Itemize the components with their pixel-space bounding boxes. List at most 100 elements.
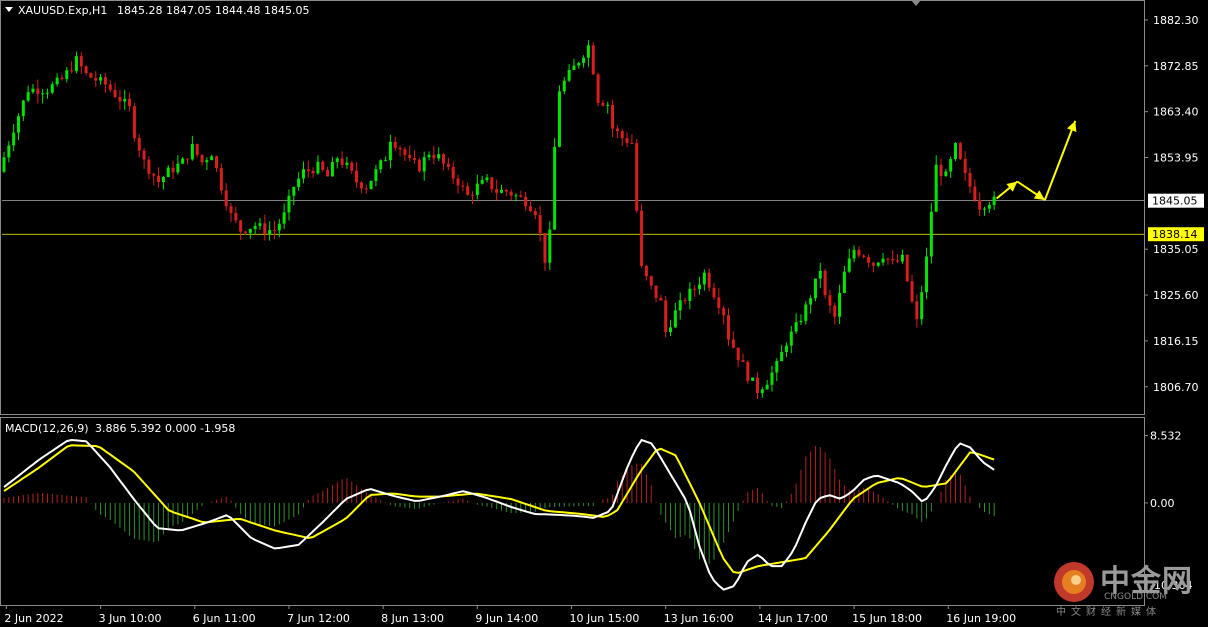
- candle-body: [292, 187, 296, 196]
- projection-arrows[interactable]: [995, 120, 1077, 201]
- candle-body: [910, 281, 914, 302]
- candle-body: [306, 169, 310, 171]
- candle-body: [379, 160, 383, 170]
- candle-body: [36, 88, 40, 95]
- dropdown-triangle-icon[interactable]: [5, 7, 13, 12]
- time-tick-label: 14 Jun 17:00: [758, 612, 828, 625]
- candle-body: [215, 156, 219, 169]
- candle-body: [780, 352, 784, 362]
- candle-body: [103, 77, 107, 85]
- candle-body: [659, 297, 663, 301]
- candle-body: [413, 157, 417, 160]
- candle-body: [437, 154, 441, 159]
- candle-body: [282, 212, 286, 224]
- candle-body: [620, 131, 624, 139]
- candle-body: [939, 164, 943, 177]
- cngold-watermark: 中金网 CNGOLD.COM 中文财经新媒体: [1050, 554, 1200, 620]
- candle-body: [896, 260, 900, 262]
- candle-body: [524, 196, 528, 207]
- candle-body: [490, 177, 494, 190]
- candle-body: [871, 262, 875, 266]
- time-tick-label: 16 Jun 19:00: [946, 612, 1016, 625]
- candle-body: [495, 189, 499, 193]
- current-price-tag-label: 1845.05: [1152, 195, 1198, 208]
- candle-body: [664, 300, 668, 332]
- candle-body: [94, 77, 98, 81]
- candle-body: [615, 128, 619, 132]
- candle-body: [963, 158, 967, 173]
- candle-body: [499, 190, 503, 193]
- candle-body: [683, 300, 687, 302]
- candle-body: [355, 170, 359, 183]
- candle-body: [456, 178, 460, 186]
- candle-body: [533, 211, 537, 216]
- candle-body: [364, 188, 368, 190]
- candle-body: [244, 231, 247, 233]
- horizontal-lines[interactable]: 1845.05 1838.14: [2, 193, 1204, 242]
- candle-body: [345, 162, 349, 165]
- time-tick-label: 3 Jun 10:00: [99, 612, 162, 625]
- candle-body: [268, 230, 272, 235]
- candle-body: [70, 70, 74, 72]
- candle-body: [79, 56, 83, 67]
- candle-body: [480, 180, 484, 184]
- candle-body: [982, 208, 986, 210]
- candle-body: [828, 295, 832, 306]
- candle-body: [369, 180, 373, 190]
- candle-body: [157, 175, 161, 182]
- candle-body: [973, 186, 977, 201]
- candle-body: [113, 89, 117, 97]
- candle-body: [359, 182, 363, 189]
- candle-body: [55, 77, 59, 85]
- candle-body: [466, 186, 470, 195]
- candle-body: [644, 265, 648, 277]
- time-tick-label: 6 Jun 11:00: [193, 612, 256, 625]
- projection-arrow-segment[interactable]: [1043, 120, 1077, 201]
- candle-body: [842, 271, 846, 293]
- candle-body: [45, 92, 49, 94]
- candle-body: [775, 361, 779, 373]
- candle-body: [528, 206, 532, 212]
- candle-body: [929, 211, 933, 257]
- candle-body: [553, 146, 557, 230]
- candle-body: [297, 178, 301, 188]
- candle-body: [562, 80, 566, 92]
- macd-title: MACD(12,26,9): [5, 422, 89, 435]
- price-tick-label: 1882.30: [1153, 14, 1199, 27]
- candle-body: [698, 284, 702, 290]
- candle-body: [142, 150, 146, 160]
- candle-body: [654, 285, 658, 298]
- candle-body: [601, 102, 605, 106]
- candle-body: [123, 98, 127, 102]
- time-axis: 2 Jun 2022 3 Jun 10:00 6 Jun 11:00 7 Jun 12…: [4, 605, 1016, 625]
- candle-body: [471, 194, 475, 196]
- candle-body: [432, 154, 436, 159]
- time-tick-label: 13 Jun 16:00: [664, 612, 734, 625]
- candle-body: [688, 288, 692, 301]
- price-tick-label: 1806.70: [1153, 381, 1199, 394]
- candle-body: [722, 308, 726, 316]
- candle-body: [340, 158, 344, 165]
- candle-body: [770, 372, 774, 385]
- candle-body: [446, 163, 450, 167]
- chart-shift-marker-icon[interactable]: [911, 0, 921, 6]
- candle-body: [210, 156, 214, 161]
- macd-signal-line: [3, 444, 995, 574]
- candle-body: [765, 384, 769, 390]
- macd-tick-label: 0.00: [1150, 497, 1175, 510]
- candle-body: [7, 145, 11, 158]
- arrow-head-icon[interactable]: [1033, 190, 1045, 200]
- macd-main-line: [3, 438, 995, 591]
- candle-body: [50, 84, 54, 93]
- candle-body: [640, 210, 644, 266]
- price-tick-label: 1872.85: [1153, 60, 1199, 73]
- watermark-url: CNGOLD.COM: [1104, 592, 1168, 602]
- candle-body: [978, 200, 982, 210]
- time-tick-label: 9 Jun 14:00: [475, 612, 538, 625]
- candle-body: [852, 249, 856, 259]
- time-tick-label: 8 Jun 13:00: [381, 612, 444, 625]
- candle-body: [833, 305, 837, 317]
- candle-body: [813, 278, 817, 299]
- candle-body: [224, 190, 228, 207]
- candle-body: [673, 310, 677, 328]
